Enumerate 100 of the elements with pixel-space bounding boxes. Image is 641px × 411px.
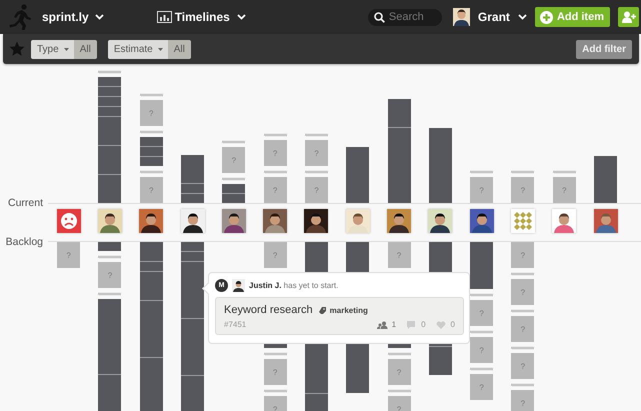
break-marker — [304, 170, 328, 174]
unestimated-task[interactable]: ? — [264, 177, 287, 203]
task-bar[interactable] — [140, 242, 163, 261]
task-bar[interactable] — [140, 357, 163, 411]
task-bar[interactable] — [181, 318, 204, 375]
task-bar[interactable] — [428, 346, 452, 375]
task-bar[interactable] — [222, 184, 246, 193]
break-marker — [470, 293, 494, 297]
filter-dropdown[interactable]: Type — [31, 40, 74, 58]
caret-icon — [64, 48, 69, 50]
tag-icon — [318, 306, 326, 314]
chevron-icon[interactable] — [236, 14, 246, 20]
break-marker — [264, 133, 287, 137]
task-bar[interactable] — [346, 147, 370, 203]
current-label: Current — [8, 197, 44, 209]
add-item-button[interactable]: Add item — [534, 7, 610, 27]
unestimated-task[interactable]: ? — [57, 242, 80, 268]
nav-link[interactable]: Timelines — [174, 10, 230, 24]
unestimated-task[interactable]: ? — [470, 177, 494, 203]
task-bar[interactable] — [98, 86, 122, 96]
break-marker — [222, 177, 246, 181]
task-bar[interactable] — [388, 99, 411, 127]
unestimated-task[interactable]: ? — [264, 359, 287, 385]
unestimated-task[interactable]: ? — [304, 177, 328, 203]
break-marker — [264, 389, 287, 393]
task-bar[interactable] — [98, 145, 122, 174]
unestimated-task[interactable]: ? — [140, 100, 163, 126]
task-bar[interactable] — [181, 193, 204, 203]
task-bar[interactable] — [181, 155, 204, 183]
break-marker — [388, 389, 411, 393]
unestimated-task[interactable]: ? — [304, 140, 328, 166]
break-marker — [511, 170, 534, 174]
unestimated-task[interactable]: ? — [98, 262, 122, 288]
unestimated-task[interactable]: ? — [511, 353, 534, 379]
star-icon[interactable] — [9, 41, 25, 57]
break-marker — [511, 383, 534, 387]
filter-value[interactable]: All — [74, 40, 97, 58]
app-name[interactable]: sprint.ly — [42, 10, 89, 24]
task-number: #7451 — [224, 320, 246, 329]
task-bar[interactable] — [428, 128, 452, 203]
task-bar[interactable] — [140, 156, 163, 166]
break-marker — [511, 309, 534, 313]
break-marker — [470, 367, 494, 371]
task-card[interactable]: Keyword research marketing #7451 1 0 0 — [215, 297, 464, 335]
filter-value[interactable]: All — [168, 40, 191, 58]
unestimated-task[interactable]: ? — [388, 359, 411, 385]
unestimated-task[interactable]: ? — [470, 374, 494, 400]
unestimated-task[interactable]: ? — [511, 390, 534, 411]
task-bar[interactable] — [140, 261, 163, 271]
break-marker — [98, 292, 122, 296]
unestimated-task[interactable]: ? — [470, 300, 494, 326]
chart-icon[interactable] — [156, 11, 172, 23]
unestimated-task[interactable]: ? — [552, 177, 576, 203]
task-bar[interactable] — [181, 242, 204, 251]
task-bar[interactable] — [98, 242, 122, 251]
task-bar[interactable] — [140, 137, 163, 146]
filter-dropdown[interactable]: Estimate — [108, 40, 168, 58]
task-bar[interactable] — [140, 300, 163, 357]
search-icon — [374, 12, 385, 22]
unestimated-task[interactable]: ? — [511, 279, 534, 305]
break-marker — [552, 170, 576, 174]
task-bar[interactable] — [98, 106, 122, 116]
break-marker — [264, 170, 287, 174]
unestimated-task[interactable]: ? — [264, 140, 287, 166]
task-bar[interactable] — [98, 77, 122, 86]
task-bar[interactable] — [222, 193, 246, 203]
break-marker — [470, 330, 494, 334]
task-bar[interactable] — [470, 242, 494, 289]
chevron-icon[interactable] — [94, 14, 104, 20]
plus-icon — [540, 10, 553, 24]
task-bar[interactable] — [181, 251, 204, 261]
sad-face-icon[interactable] — [56, 209, 81, 233]
unestimated-task[interactable]: ? — [222, 147, 246, 173]
unestimated-task[interactable]: ? — [470, 337, 494, 363]
break-marker — [222, 140, 246, 144]
unestimated-task[interactable]: ? — [511, 316, 534, 342]
task-bar[interactable] — [98, 96, 122, 106]
task-bar[interactable] — [98, 116, 122, 145]
break-marker — [98, 255, 122, 259]
task-bar[interactable] — [98, 174, 122, 203]
unestimated-task[interactable]: ? — [511, 177, 534, 203]
search-field[interactable]: Search — [368, 8, 442, 26]
unestimated-task[interactable]: ? — [140, 177, 163, 203]
break-marker — [511, 346, 534, 350]
tag-label[interactable]: marketing — [330, 306, 368, 314]
break-marker — [140, 93, 163, 97]
unestimated-task[interactable]: ? — [264, 242, 287, 268]
add-filter-button[interactable]: Add filter — [576, 40, 632, 58]
unestimated-task[interactable]: ? — [388, 242, 411, 268]
task-bar[interactable] — [140, 271, 163, 300]
unestimated-task[interactable]: ? — [511, 242, 534, 268]
caret-icon — [158, 48, 163, 50]
task-bar[interactable] — [181, 183, 204, 193]
chevron-icon[interactable] — [518, 14, 527, 20]
task-bar[interactable] — [98, 299, 122, 374]
task-bar[interactable] — [388, 127, 411, 203]
task-bar[interactable] — [181, 261, 204, 318]
status-text: Justin J. has yet to start. — [249, 281, 338, 290]
task-bar[interactable] — [140, 146, 163, 156]
user-name[interactable]: Grant — [478, 10, 510, 24]
